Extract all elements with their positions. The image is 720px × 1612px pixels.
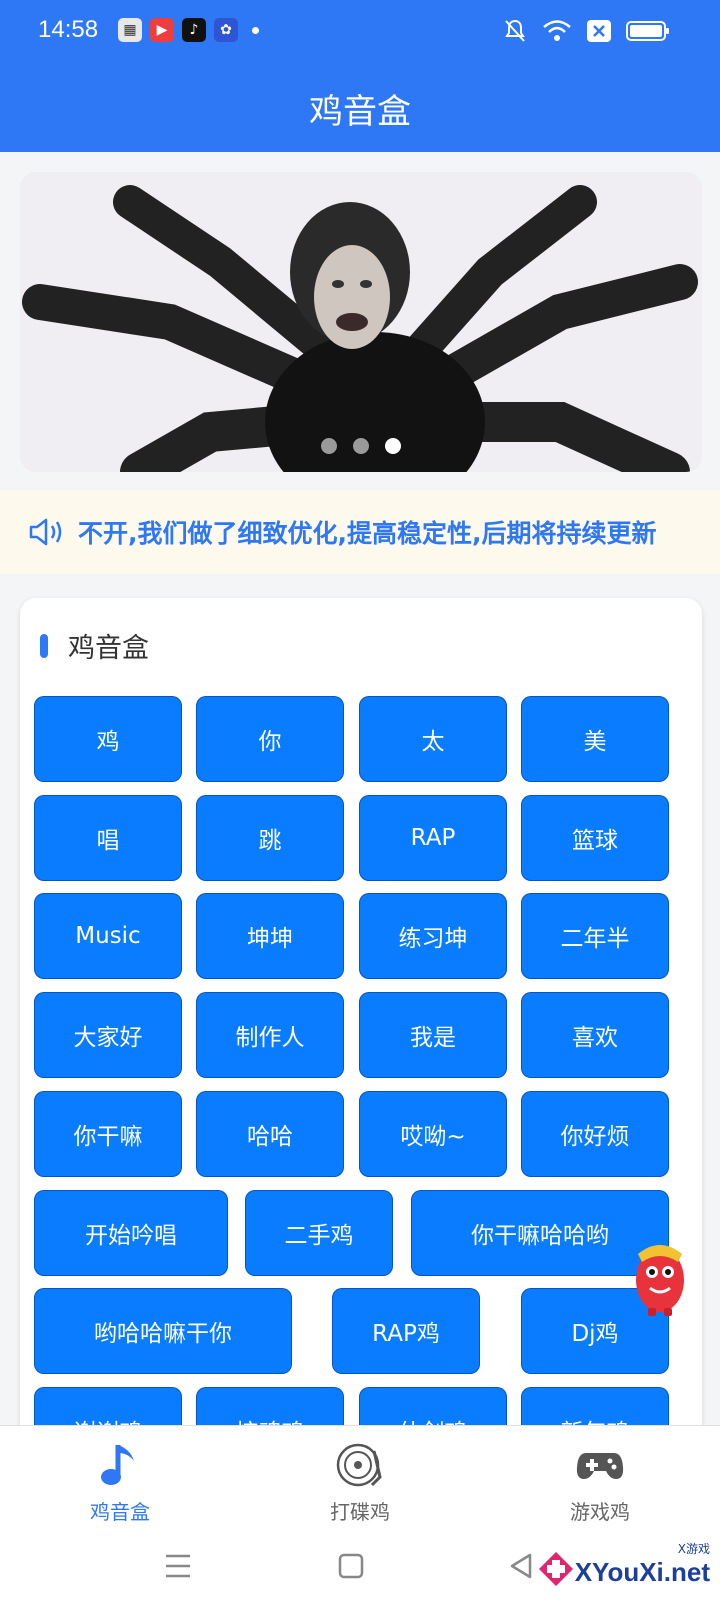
tab-label: 游戏鸡 [570,1500,630,1524]
banner-carousel[interactable] [20,172,702,472]
watermark: XYouXi.net X游戏 [537,1542,710,1588]
carousel-dot[interactable] [353,438,369,454]
sound-button[interactable]: 开始吟唱 [34,1190,228,1276]
sound-button[interactable]: 你 [196,696,344,782]
sound-button[interactable]: 二手鸡 [245,1190,393,1276]
app-header: 鸡音盒 [0,64,720,152]
sound-button[interactable]: 篮球 [521,795,669,881]
floating-mascot-icon[interactable] [626,1232,690,1318]
sound-button[interactable]: 制作人 [196,992,344,1078]
section-title: 鸡音盒 [68,633,149,664]
notice-bar: 不开,我们做了细致优化,提高稳定性,后期将持续更新 [0,490,720,574]
status-app-icons: ▦ ▶ ♪ ✿ [118,18,259,42]
sound-button[interactable]: 哎呦~ [359,1091,507,1177]
sound-button[interactable]: RAP鸡 [332,1288,480,1374]
speaker-icon [29,518,62,546]
tiktok-app-icon: ♪ [182,18,206,42]
watermark-logo-icon [538,1552,573,1586]
carousel-indicator [20,438,702,454]
status-bar: 14:58 ▦ ▶ ♪ ✿ [0,0,720,64]
notice-text: 不开,我们做了细致优化,提高稳定性,后期将持续更新 [78,519,657,548]
game-app-icon: ▦ [118,18,142,42]
watermark-text: XYouXi.net [574,1557,710,1587]
sound-button[interactable]: 坤坤 [196,893,344,979]
back-icon[interactable] [508,1552,534,1580]
sound-button[interactable]: 唱 [34,795,182,881]
sound-button[interactable]: 美 [521,696,669,782]
page-title: 鸡音盒 [309,91,411,132]
sound-button[interactable]: 大家好 [34,992,182,1078]
tab-sound-box[interactable]: 鸡音盒 [20,1426,220,1540]
tab-games[interactable]: 游戏鸡 [500,1426,700,1540]
section-header: 鸡音盒 [40,626,149,665]
battery-icon [626,21,669,41]
sound-button[interactable]: 鸡 [34,696,182,782]
status-time: 14:58 [38,16,99,43]
sound-button[interactable]: 你好烦 [521,1091,669,1177]
wifi-icon [543,20,571,41]
tab-label: 打碟鸡 [330,1500,390,1524]
section-accent-bar [40,633,48,658]
status-indicators [502,18,670,44]
menu-icon[interactable] [164,1553,192,1579]
tab-label: 鸡音盒 [90,1500,150,1524]
carousel-dot[interactable] [321,438,337,454]
sound-button[interactable]: Music [34,893,182,979]
notification-dot-icon [252,26,259,34]
sound-button[interactable]: 喜欢 [521,992,669,1078]
bell-muted-icon [505,19,525,42]
carousel-dot-active[interactable] [385,438,401,454]
sound-button[interactable]: 练习坤 [359,893,507,979]
sound-board-card: 鸡音盒 鸡你太美唱跳 RAP 篮球 Music 坤坤 练习坤 二年半大家好 制作人 我是 喜欢你干… [20,598,702,1498]
sim-card-icon [587,20,611,42]
turntable-icon [336,1443,382,1487]
bottom-tab-bar: 鸡音盒 打碟鸡 游戏鸡 [0,1425,720,1540]
tab-dj[interactable]: 打碟鸡 [260,1426,460,1540]
video-app-icon: ▶ [150,18,174,42]
sound-button[interactable]: 我是 [359,992,507,1078]
music-note-icon [101,1445,134,1485]
sound-button[interactable]: 哈哈 [196,1091,344,1177]
sound-button[interactable]: 二年半 [521,893,669,979]
watermark-small-text: X游戏 [677,1542,710,1556]
banner-image [20,172,702,472]
sound-button[interactable]: 你干嘛 [34,1091,182,1177]
sound-button[interactable]: RAP [359,795,507,881]
sound-button[interactable]: 哟哈哈嘛干你 [34,1288,292,1374]
sound-button[interactable]: 跳 [196,795,344,881]
home-icon[interactable] [338,1552,364,1580]
gamepad-icon [576,1453,624,1479]
baidu-app-icon: ✿ [214,18,238,42]
sound-button[interactable]: 太 [359,696,507,782]
